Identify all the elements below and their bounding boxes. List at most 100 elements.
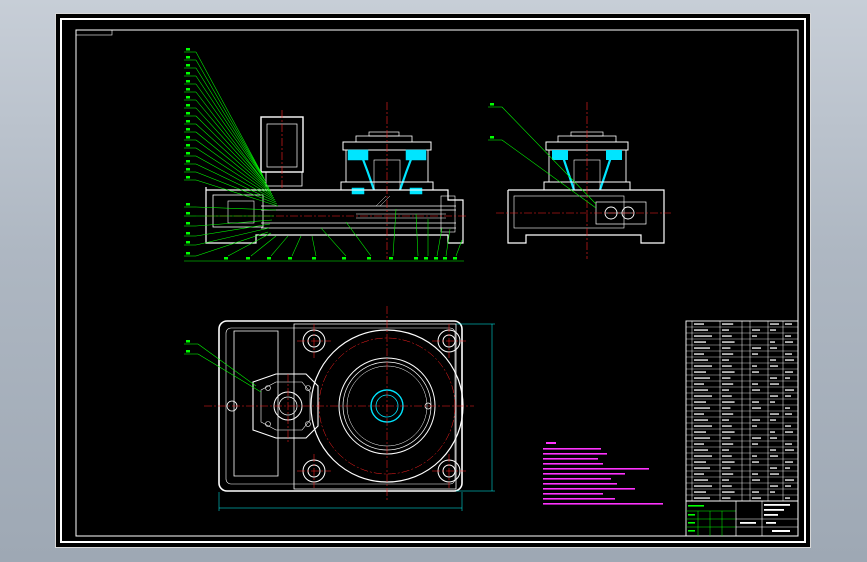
side-view	[488, 102, 671, 259]
bom-cell-mark	[722, 449, 729, 451]
bom-cell-mark	[770, 491, 775, 493]
bom-cell-mark	[785, 485, 791, 487]
bom-cell-mark	[694, 323, 704, 325]
drawing-frame	[75, 29, 799, 537]
bom-cell-mark	[694, 377, 710, 379]
bom-cell-mark	[694, 359, 708, 361]
bom-cell-mark	[694, 473, 704, 475]
bom-cell-mark	[752, 425, 757, 427]
front-section-view	[184, 48, 466, 262]
bom-cell-mark	[770, 383, 779, 385]
bom-cell-mark	[770, 455, 778, 457]
bom-cell-mark	[752, 479, 760, 481]
bom-cell-mark	[722, 359, 729, 361]
bom-cell-mark	[694, 407, 710, 409]
bom-cell-mark	[752, 383, 758, 385]
bom-cell-mark	[694, 449, 708, 451]
bom-cell-mark	[785, 323, 792, 325]
bom-cell-mark	[785, 353, 792, 355]
drawing-border	[60, 18, 806, 543]
bom-cell-mark	[785, 479, 794, 481]
bom-cell-mark	[770, 395, 778, 397]
bom-cell-mark	[694, 431, 706, 433]
bom-cell-mark	[722, 491, 735, 493]
bom-cell-mark	[722, 419, 729, 421]
bom-cell-mark	[722, 389, 729, 391]
bom-cell-mark	[722, 485, 732, 487]
bom-cell-mark	[785, 443, 792, 445]
bom-cell-mark	[694, 329, 708, 331]
bom-cell-mark	[722, 377, 731, 379]
bom-cell-mark	[770, 365, 778, 367]
bom-cell-mark	[785, 395, 791, 397]
bom-cell-mark	[722, 353, 734, 355]
bom-cell-mark	[722, 323, 734, 325]
bom-cell-mark	[752, 491, 759, 493]
bom-cell-mark	[770, 347, 777, 349]
bom-cell-mark	[694, 365, 712, 367]
bom-cell-mark	[752, 335, 757, 337]
bom-cell-mark	[752, 419, 760, 421]
bom-cell-mark	[752, 473, 758, 475]
bom-cell-mark	[722, 371, 735, 373]
bom-cell-mark	[785, 389, 794, 391]
bom-cell-mark	[770, 473, 779, 475]
bom-cell-mark	[694, 419, 708, 421]
bom-cell-mark	[722, 479, 729, 481]
bom-cell-mark	[694, 383, 704, 385]
technical-notes	[543, 442, 663, 505]
bom-cell-mark	[722, 329, 729, 331]
bom-cell-mark	[770, 485, 778, 487]
bom-cell-mark	[722, 413, 734, 415]
bom-cell-mark	[785, 377, 790, 379]
corner-tag	[75, 29, 113, 36]
title-block	[685, 500, 799, 537]
bom-cell-mark	[694, 395, 712, 397]
bom-cell-mark	[694, 485, 712, 487]
bom-cell-mark	[694, 497, 710, 499]
bom-cell-mark	[770, 401, 775, 403]
bom-cell-mark	[770, 341, 775, 343]
bom-cell-mark	[722, 467, 731, 469]
bom-cell-mark	[694, 437, 710, 439]
bom-cell-mark	[785, 335, 791, 337]
bom-cell-mark	[770, 419, 776, 421]
bom-cell-mark	[722, 341, 735, 343]
bom-cell-mark	[694, 335, 712, 337]
bom-cell-mark	[722, 455, 732, 457]
bom-cell-mark	[694, 413, 704, 415]
bom-cell-mark	[785, 461, 793, 463]
drawing-sheet	[55, 13, 811, 548]
bom-cell-mark	[752, 401, 759, 403]
bom-cell-mark	[785, 407, 790, 409]
bom-cell-mark	[770, 329, 776, 331]
bom-cell-mark	[785, 371, 793, 373]
bom-cell-mark	[770, 467, 777, 469]
bom-cell-mark	[752, 461, 759, 463]
bom-cell-mark	[694, 341, 706, 343]
bom-cell-mark	[722, 497, 731, 499]
bom-cell-mark	[722, 401, 735, 403]
bom-cell-mark	[752, 407, 761, 409]
bom-cell-mark	[722, 347, 731, 349]
bom-cell-mark	[770, 437, 777, 439]
bom-cell-mark	[785, 359, 794, 361]
bom-cell-mark	[722, 335, 732, 337]
bom-cell-mark	[694, 389, 708, 391]
bom-cell-mark	[694, 443, 704, 445]
bom-cell-mark	[752, 371, 759, 373]
bom-cell-mark	[752, 497, 761, 499]
bom-cell-mark	[722, 473, 734, 475]
bom-cell-mark	[770, 323, 779, 325]
bom-cell-mark	[770, 413, 779, 415]
bom-cell-mark	[752, 455, 757, 457]
bom-cell-mark	[752, 365, 757, 367]
bom-cell-mark	[722, 395, 732, 397]
bom-cell-mark	[770, 359, 776, 361]
bom-cell-mark	[722, 425, 732, 427]
bom-cell-mark	[694, 461, 706, 463]
bom-cell-mark	[785, 413, 792, 415]
bom-cell-mark	[752, 347, 761, 349]
bom-cell-mark	[694, 491, 706, 493]
bom-cell-mark	[770, 377, 777, 379]
